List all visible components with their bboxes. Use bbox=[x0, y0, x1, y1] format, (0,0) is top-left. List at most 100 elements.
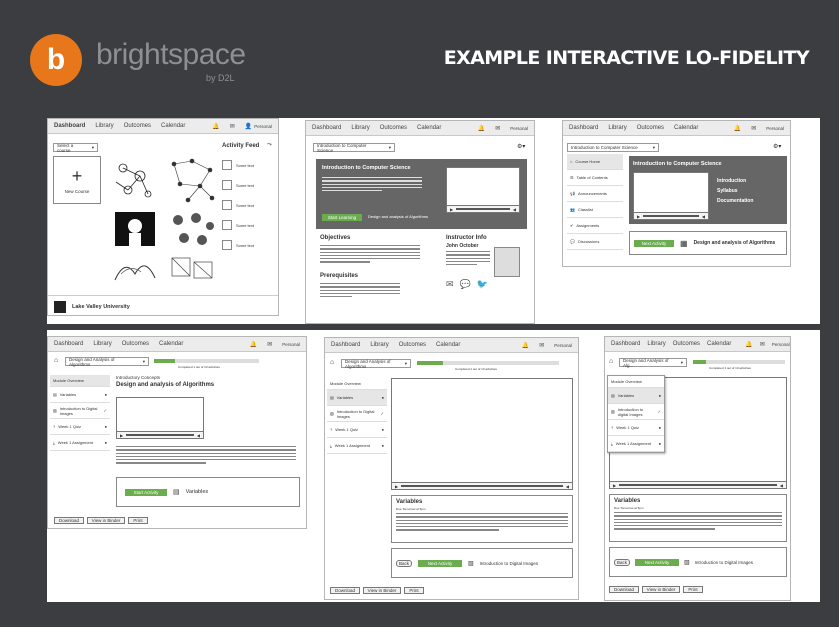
nav-dashboard[interactable]: Dashboard bbox=[331, 342, 360, 348]
bell-icon[interactable]: 🔔 bbox=[212, 123, 219, 130]
start-activity-button[interactable]: Start Activity bbox=[125, 488, 167, 496]
nav-library[interactable]: Library bbox=[93, 341, 111, 347]
menu-documentation[interactable]: Documentation bbox=[717, 198, 753, 204]
nav-outcomes[interactable]: Outcomes bbox=[673, 341, 700, 347]
nav-outcomes[interactable]: Outcomes bbox=[637, 125, 664, 131]
volume-icon[interactable]: ◀ bbox=[566, 484, 569, 489]
nav-personal[interactable]: Personal bbox=[282, 342, 300, 347]
print-button[interactable]: Print bbox=[128, 517, 148, 524]
sidebar-item-digital-images[interactable]: ▧ Introduction to digital Images ✓ bbox=[608, 404, 664, 420]
sidebar-item-course-home[interactable]: ⌂ Course Home bbox=[567, 154, 623, 170]
user-icon[interactable]: 👤 bbox=[245, 123, 252, 130]
mail-icon[interactable]: ✉ bbox=[751, 125, 756, 132]
download-button[interactable]: Download bbox=[330, 587, 360, 594]
sidebar-item-variables[interactable]: ▤ Variables ● bbox=[50, 387, 110, 403]
nav-library[interactable]: Library bbox=[95, 123, 113, 129]
view-in-binder-button[interactable]: View in Binder bbox=[363, 587, 401, 594]
nav-dashboard[interactable]: Dashboard bbox=[312, 125, 341, 131]
bell-icon[interactable]: 🔔 bbox=[250, 341, 257, 348]
module-select[interactable]: Design and Analysis of Algorithms ▾ bbox=[65, 357, 149, 367]
share-icon[interactable]: ⤳ bbox=[267, 142, 272, 149]
sidebar-item-quiz[interactable]: ? Week 1 Quiz ● bbox=[50, 419, 110, 435]
mail-icon[interactable]: ✉ bbox=[495, 125, 500, 132]
nav-calendar[interactable]: Calendar bbox=[436, 342, 460, 348]
sidebar-item-classlist[interactable]: 👥 Classlist bbox=[567, 202, 623, 218]
bell-icon[interactable]: 🔔 bbox=[478, 125, 485, 132]
course-tile-sketch[interactable] bbox=[166, 254, 218, 282]
nav-personal[interactable]: Personal bbox=[772, 342, 790, 347]
next-activity-button[interactable]: Next Activity bbox=[418, 559, 462, 567]
bell-icon[interactable]: 🔔 bbox=[745, 341, 752, 348]
play-icon[interactable]: ▶ bbox=[395, 484, 398, 489]
sidebar-item-quiz[interactable]: ? Week 1 Quiz ● bbox=[327, 422, 387, 438]
feed-item[interactable]: Some text bbox=[222, 215, 274, 235]
print-button[interactable]: Print bbox=[404, 587, 424, 594]
sidebar-item-toc[interactable]: ☰ Table of Contents bbox=[567, 170, 623, 186]
play-icon[interactable]: ▶ bbox=[120, 433, 123, 438]
mail-icon[interactable]: ✉ bbox=[539, 342, 544, 349]
module-overview-item[interactable]: Module Overview bbox=[327, 378, 387, 390]
chat-icon[interactable]: 💬 bbox=[460, 279, 471, 290]
module-overview-item[interactable]: Module Overview bbox=[608, 376, 664, 388]
sidebar-item-digital-images[interactable]: ▧ Introduction to Digital Images ✓ bbox=[50, 403, 110, 419]
view-in-binder-button[interactable]: View in Binder bbox=[87, 517, 125, 524]
next-activity-button[interactable]: Next Activity bbox=[634, 239, 674, 247]
new-course-tile[interactable]: + New Course bbox=[53, 156, 101, 204]
sidebar-item-digital-images[interactable]: ▧ Introduction to Digital Images ✓ bbox=[327, 406, 387, 422]
home-icon[interactable]: ⌂ bbox=[609, 358, 613, 365]
nav-outcomes[interactable]: Outcomes bbox=[122, 341, 149, 347]
volume-icon[interactable]: ◀ bbox=[197, 433, 200, 438]
nav-library[interactable]: Library bbox=[351, 125, 369, 131]
bird-icon[interactable]: 🐦 bbox=[477, 279, 488, 290]
nav-calendar[interactable]: Calendar bbox=[161, 123, 185, 129]
volume-icon[interactable]: ◀ bbox=[513, 207, 516, 212]
nav-dashboard[interactable]: Dashboard bbox=[54, 341, 83, 347]
gear-icon[interactable]: ⚙▾ bbox=[773, 143, 781, 150]
nav-personal[interactable]: Personal bbox=[510, 126, 528, 131]
volume-icon[interactable]: ◀ bbox=[780, 483, 783, 488]
home-icon[interactable]: ⌂ bbox=[330, 359, 334, 366]
course-tile-molecule[interactable] bbox=[108, 156, 160, 204]
bell-icon[interactable]: 🔔 bbox=[522, 342, 529, 349]
nav-library[interactable]: Library bbox=[608, 125, 626, 131]
play-icon[interactable]: ▶ bbox=[450, 207, 453, 212]
nav-personal[interactable]: Personal bbox=[766, 126, 784, 131]
nav-library[interactable]: Library bbox=[370, 342, 388, 348]
feed-item[interactable]: Some text bbox=[222, 195, 274, 215]
course-select[interactable]: Introduction to Computer Science ▾ bbox=[313, 143, 395, 153]
course-tile-plant[interactable] bbox=[111, 254, 159, 282]
video-player[interactable]: ▶ ◀ bbox=[633, 172, 709, 220]
sidebar-item-quiz[interactable]: ? Week 1 Quiz ● bbox=[608, 420, 664, 436]
mail-icon[interactable]: ✉ bbox=[267, 341, 272, 348]
course-select[interactable]: Select a course ▾ bbox=[53, 143, 98, 153]
email-icon[interactable]: ✉ bbox=[446, 279, 454, 290]
next-activity-button[interactable]: Next Activity bbox=[635, 558, 679, 566]
view-in-binder-button[interactable]: View in Binder bbox=[642, 586, 680, 593]
video-player[interactable]: ▶ ◀ bbox=[391, 378, 573, 490]
module-select[interactable]: Design and Analysis of Algorithms ▾ bbox=[341, 359, 411, 369]
download-button[interactable]: Download bbox=[54, 517, 84, 524]
back-button[interactable]: Back bbox=[614, 558, 630, 566]
sidebar-item-announcements[interactable]: 📢 Announcements bbox=[567, 186, 623, 202]
course-tile-network[interactable] bbox=[166, 156, 218, 204]
bell-icon[interactable]: 🔔 bbox=[734, 125, 741, 132]
nav-personal[interactable]: Personal bbox=[554, 343, 572, 348]
nav-dashboard[interactable]: Dashboard bbox=[611, 341, 640, 347]
sidebar-item-discussions[interactable]: 💬 Discussions bbox=[567, 234, 623, 250]
volume-icon[interactable]: ◀ bbox=[702, 214, 705, 219]
start-learning-button[interactable]: Start Learning bbox=[322, 214, 362, 221]
feed-item[interactable]: Some text bbox=[222, 235, 274, 255]
gear-icon[interactable]: ⚙▾ bbox=[517, 143, 525, 150]
course-tile-faces[interactable] bbox=[166, 208, 218, 250]
play-icon[interactable]: ▶ bbox=[637, 214, 640, 219]
course-image-grid[interactable] bbox=[108, 156, 218, 282]
back-button[interactable]: Back bbox=[396, 559, 412, 567]
mail-icon[interactable]: ✉ bbox=[230, 123, 235, 130]
nav-outcomes[interactable]: Outcomes bbox=[380, 125, 407, 131]
course-tile-silhouette[interactable] bbox=[111, 208, 159, 250]
nav-personal[interactable]: Personal bbox=[254, 124, 272, 129]
menu-introduction[interactable]: Introduction bbox=[717, 178, 753, 184]
module-overview-item[interactable]: Module Overview bbox=[50, 375, 110, 387]
sidebar-item-assignment[interactable]: ⤓ Week 1 Assignment ● bbox=[50, 435, 110, 451]
sidebar-item-assignments[interactable]: ✔ Assignments bbox=[567, 218, 623, 234]
